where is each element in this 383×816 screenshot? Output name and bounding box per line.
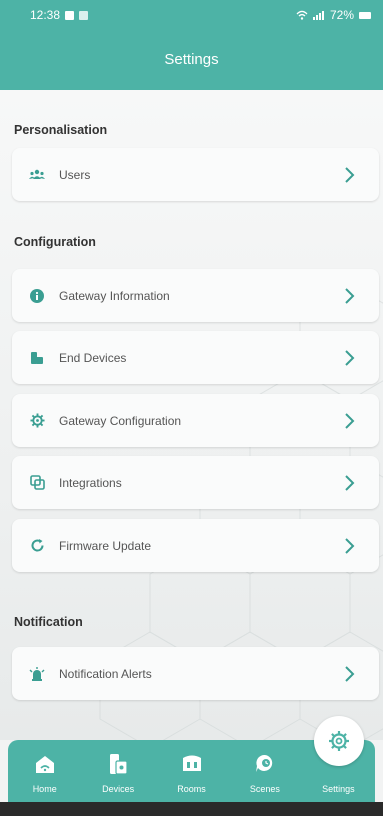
nav-label: Rooms (177, 784, 206, 794)
scenes-icon (255, 754, 273, 772)
settings-item-end-devices[interactable]: End Devices (12, 331, 379, 384)
settings-item-label: Integrations (59, 475, 122, 490)
nav-scenes[interactable]: Scenes (228, 740, 301, 802)
chevron-right-icon (345, 474, 355, 491)
users-icon (29, 167, 45, 183)
home-icon (35, 756, 54, 773)
section-title-notification: Notification (14, 615, 83, 629)
refresh-icon (29, 538, 45, 554)
settings-item-label: Firmware Update (59, 538, 152, 553)
nav-home[interactable]: Home (8, 740, 81, 802)
app-header: 12:38 72% Settings (0, 0, 383, 90)
info-icon (29, 288, 45, 304)
section-title-personalisation: Personalisation (14, 123, 108, 137)
chevron-right-icon (345, 665, 355, 682)
settings-item-label: End Devices (59, 350, 127, 365)
status-time: 12:38 (30, 8, 61, 22)
settings-item-integrations[interactable]: Integrations (12, 456, 379, 509)
settings-item-gateway-configuration[interactable]: Gateway Configuration (12, 394, 379, 447)
settings-item-label: Users (59, 167, 91, 182)
message-notification-icon (79, 10, 89, 20)
chevron-right-icon (345, 287, 355, 304)
settings-item-label: Gateway Configuration (59, 413, 182, 428)
devices-icon (29, 350, 45, 366)
nav-label: Settings (322, 784, 355, 794)
nav-devices[interactable]: Devices (81, 740, 154, 802)
chevron-right-icon (345, 166, 355, 183)
chevron-right-icon (345, 349, 355, 366)
signal-icon (312, 11, 324, 20)
system-navigation-bar (0, 802, 383, 816)
gallery-notification-icon (65, 10, 75, 20)
settings-item-notification-alerts[interactable]: Notification Alerts (12, 647, 379, 700)
gear-icon (29, 413, 45, 429)
settings-item-label: Notification Alerts (59, 666, 152, 681)
status-bar: 12:38 72% (0, 0, 383, 30)
chevron-right-icon (345, 412, 355, 429)
nav-label: Home (32, 784, 57, 794)
alert-icon (29, 666, 45, 682)
settings-item-firmware-update[interactable]: Firmware Update (12, 519, 379, 572)
section-title-configuration: Configuration (14, 235, 96, 249)
nav-label: Devices (102, 784, 135, 794)
settings-item-label: Gateway Information (59, 288, 170, 303)
active-settings-tab-bubble[interactable] (314, 716, 364, 766)
settings-icon (329, 731, 349, 751)
settings-content[interactable]: Personalisation Users Configuration Gate… (0, 90, 383, 740)
wifi-icon (296, 10, 308, 20)
page-title: Settings (164, 51, 219, 68)
settings-item-gateway-information[interactable]: Gateway Information (12, 269, 379, 322)
rooms-icon (182, 755, 201, 771)
settings-item-users[interactable]: Users (12, 148, 379, 201)
battery-percent: 72% (329, 8, 354, 22)
devices-icon (110, 754, 128, 775)
chevron-right-icon (345, 537, 355, 554)
nav-label: Scenes (249, 784, 280, 794)
integrations-icon (29, 475, 45, 491)
nav-rooms[interactable]: Rooms (155, 740, 228, 802)
battery-icon (359, 11, 371, 19)
